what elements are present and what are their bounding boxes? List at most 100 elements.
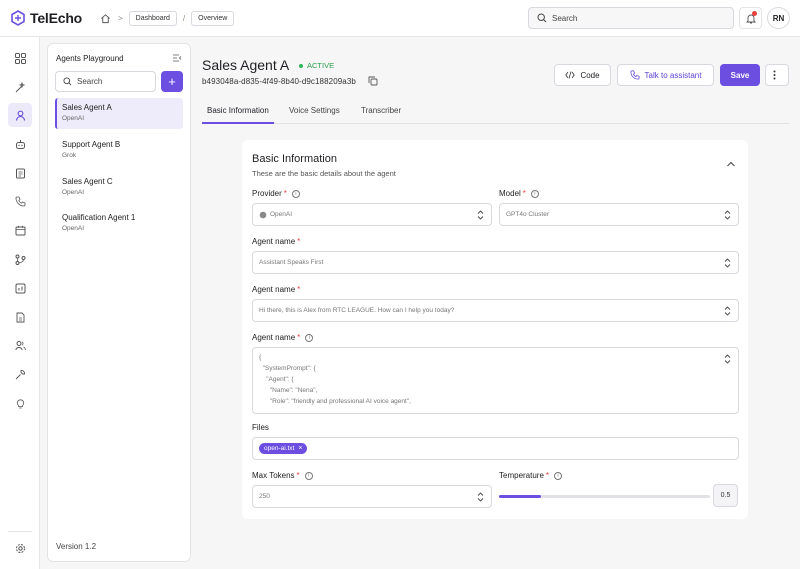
calendar-icon[interactable] — [8, 218, 32, 242]
agent-list-item[interactable]: Support Agent B Grok — [55, 135, 183, 166]
search-placeholder: Search — [77, 77, 103, 86]
agent-search-input[interactable]: Search — [55, 71, 156, 92]
required-marker: * — [522, 189, 526, 198]
info-icon: i — [304, 471, 313, 480]
phone-icon — [630, 70, 639, 80]
provider-value: OpenAI — [270, 211, 293, 218]
file-chip: open-ai.txt × — [259, 443, 308, 454]
collapse-panel-icon[interactable] — [172, 53, 182, 63]
users-icon[interactable] — [8, 333, 32, 357]
agent-name-label: Agent name * i — [252, 333, 314, 342]
sparkle-icon[interactable] — [8, 75, 32, 99]
code-button[interactable]: Code — [554, 64, 611, 86]
max-tokens-stepper[interactable]: 250 — [252, 485, 492, 508]
files-input[interactable]: open-ai.txt × — [252, 437, 739, 460]
copy-icon[interactable] — [368, 76, 378, 86]
search-placeholder: Search — [552, 13, 578, 23]
branch-icon[interactable] — [8, 247, 32, 271]
global-search-input[interactable]: Search — [528, 7, 734, 29]
code-icon — [565, 71, 576, 79]
agent-model: OpenAI — [62, 225, 85, 232]
version-label: Version 1.2 — [56, 542, 97, 551]
temperature-label: Temperature * i — [499, 471, 563, 480]
provider-label-text: Provider — [252, 189, 282, 198]
model-select[interactable]: GPT4o Cluster — [499, 203, 739, 226]
logo-icon — [11, 10, 25, 26]
prompt-line: "Name": "Nena", — [259, 387, 318, 394]
stepper-arrows-icon[interactable] — [477, 492, 484, 502]
grid-icon[interactable] — [8, 46, 32, 70]
temperature-slider[interactable] — [499, 495, 710, 498]
select-arrows-icon — [724, 306, 731, 316]
search-icon — [537, 13, 547, 23]
code-label: Code — [580, 70, 600, 80]
provider-select[interactable]: OpenAI — [252, 203, 492, 226]
document-icon[interactable] — [8, 305, 32, 329]
agent-id: b493048a-d835-4f49-8b40-d9c188209a3b — [202, 77, 356, 86]
top-bar: TelEcho > Dashboard / Overview Search RN — [0, 0, 800, 37]
section-title: Basic Information — [252, 153, 337, 165]
chevron-up-icon[interactable] — [726, 159, 736, 169]
first-message-mode-value: Assistant Speaks First — [259, 259, 324, 266]
required-marker: * — [297, 333, 301, 342]
logo[interactable]: TelEcho — [10, 10, 90, 26]
tab-transcriber[interactable]: Transcriber — [361, 106, 401, 115]
notifications-button[interactable] — [739, 7, 762, 29]
agent-name: Qualification Agent 1 — [62, 213, 136, 222]
files-label: Files — [252, 423, 269, 432]
required-marker: * — [283, 189, 287, 198]
required-marker: * — [297, 237, 301, 246]
agent-list-item[interactable]: Sales Agent A OpenAI — [55, 98, 183, 129]
search-icon — [63, 77, 72, 86]
first-message-mode-select[interactable]: Assistant Speaks First — [252, 251, 739, 274]
agent-name: Support Agent B — [62, 140, 121, 149]
temperature-slider-fill — [499, 495, 542, 498]
agent-name-label: Agent name * — [252, 285, 300, 294]
more-options-button[interactable] — [765, 64, 789, 86]
add-agent-button[interactable]: + — [161, 71, 183, 92]
bulb-icon[interactable] — [8, 391, 32, 415]
files-label-text: Files — [252, 423, 269, 432]
notes-icon[interactable] — [8, 161, 32, 185]
save-button[interactable]: Save — [720, 64, 760, 86]
app-name: TelEcho — [30, 10, 83, 26]
home-icon[interactable] — [100, 12, 112, 24]
agent-list-item[interactable]: Sales Agent C OpenAI — [55, 172, 183, 203]
temperature-value: 0.5 — [713, 484, 738, 507]
select-arrows-icon — [477, 210, 484, 220]
select-arrows-icon — [724, 354, 731, 364]
prompt-line: "Agent": { — [259, 376, 294, 383]
model-value: GPT4o Cluster — [506, 211, 549, 218]
tool-icon[interactable] — [8, 362, 32, 386]
prompt-line: "Role": "friendly and professional AI vo… — [259, 398, 411, 405]
chart-icon[interactable] — [8, 276, 32, 300]
agent-list-item[interactable]: Qualification Agent 1 OpenAI — [55, 208, 183, 239]
agent-name-label-text: Agent name — [252, 285, 296, 294]
phone-icon[interactable] — [8, 189, 32, 213]
breadcrumb-dashboard[interactable]: Dashboard — [128, 10, 177, 26]
required-marker: * — [545, 471, 550, 480]
section-subtitle: These are the basic details about the ag… — [252, 169, 396, 178]
file-chip-name: open-ai.txt — [264, 445, 295, 452]
info-icon: i — [305, 333, 314, 342]
bot-icon[interactable] — [8, 132, 32, 156]
avatar[interactable]: RN — [767, 7, 790, 29]
tab-basic-information[interactable]: Basic Information — [207, 106, 269, 115]
system-prompt-textarea[interactable]: { "SystemPrompt": { "Agent": { "Name": "… — [252, 347, 739, 414]
temperature-label-text: Temperature — [499, 471, 544, 480]
basic-information-card: Basic Information These are the basic de… — [242, 140, 748, 519]
first-message-value: Hi there, this is Alex from RTC LEAGUE. … — [259, 307, 455, 314]
first-message-input[interactable]: Hi there, this is Alex from RTC LEAGUE. … — [252, 299, 739, 322]
chevron-right-icon: > — [118, 13, 123, 23]
plus-icon: + — [168, 74, 176, 89]
talk-to-assistant-button[interactable]: Talk to assistant — [617, 64, 714, 86]
tab-voice-settings[interactable]: Voice Settings — [289, 106, 340, 115]
agent-icon[interactable] — [8, 103, 32, 127]
status-text: ACTIVE — [307, 61, 335, 70]
close-icon[interactable]: × — [298, 445, 302, 452]
select-arrows-icon — [724, 258, 731, 268]
agent-name-label-text: Agent name — [252, 237, 296, 246]
breadcrumb-overview[interactable]: Overview — [191, 10, 235, 26]
settings-icon[interactable] — [8, 536, 32, 560]
status-dot — [299, 63, 303, 68]
